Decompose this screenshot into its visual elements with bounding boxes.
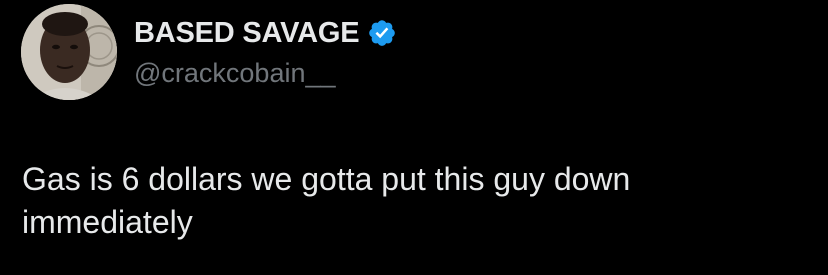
verified-badge-icon xyxy=(367,18,397,48)
author-handle[interactable]: @crackcobain__ xyxy=(134,58,336,89)
author-name-row: BASED SAVAGE xyxy=(134,16,397,50)
profile-photo xyxy=(21,4,117,100)
tweet-card: BASED SAVAGE @crackcobain__ Gas is 6 dol… xyxy=(0,0,828,275)
avatar[interactable] xyxy=(21,4,117,100)
tweet-text: Gas is 6 dollars we gotta put this guy d… xyxy=(22,161,631,240)
author-display-name[interactable]: BASED SAVAGE xyxy=(134,17,360,50)
